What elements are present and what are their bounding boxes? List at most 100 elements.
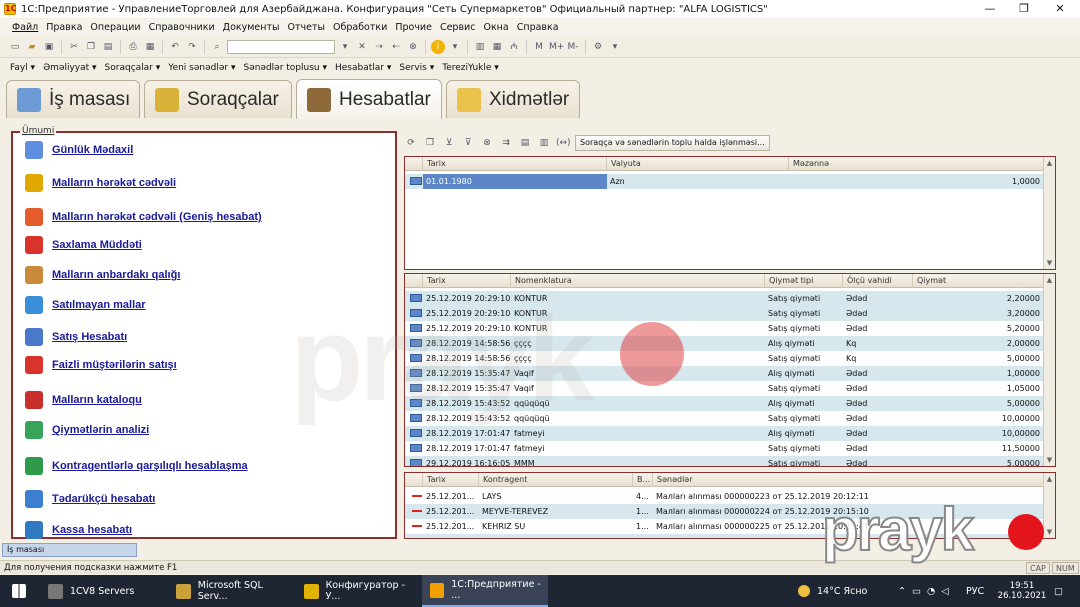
- link-icon[interactable]: (↔): [556, 136, 571, 150]
- menu-windows[interactable]: Окна: [483, 22, 508, 33]
- col-nomenclature[interactable]: Nomenklatura: [511, 274, 765, 288]
- menu2-scale-load[interactable]: TereziYukle ▾: [442, 63, 499, 73]
- col-currency[interactable]: Valyuta: [607, 157, 789, 171]
- scroll-down-icon[interactable]: ▼: [1044, 454, 1055, 466]
- report-item[interactable]: Satış Hesabatı: [25, 328, 127, 346]
- language-indicator[interactable]: РУС: [958, 575, 992, 607]
- system-tray[interactable]: ⌃ ▭ ◔ ◁: [894, 575, 964, 607]
- save-icon[interactable]: ▣: [42, 40, 56, 54]
- display-icon[interactable]: ▭: [912, 586, 921, 597]
- menu-help[interactable]: Справка: [517, 22, 559, 33]
- vertical-scrollbar[interactable]: ▲ ▼: [1043, 473, 1055, 538]
- col-date[interactable]: Tarix: [423, 157, 607, 171]
- menu-documents[interactable]: Документы: [223, 22, 280, 33]
- find-next-icon[interactable]: ⇢: [372, 40, 386, 54]
- report-link[interactable]: Malların hərəkət cədvəli: [52, 177, 176, 189]
- find-all-icon[interactable]: ⊗: [406, 40, 420, 54]
- redo-icon[interactable]: ↷: [185, 40, 199, 54]
- table-row[interactable]: 28.12.2019 17:01:47 fatmeyi Satış qiyməti Ə…: [405, 441, 1055, 456]
- menu-operations[interactable]: Операции: [90, 22, 140, 33]
- start-button[interactable]: [4, 575, 34, 607]
- tab-catalogs[interactable]: Soraqçalar: [144, 80, 292, 118]
- chevron-down-icon[interactable]: ▾: [338, 40, 352, 54]
- new-icon[interactable]: ▭: [8, 40, 22, 54]
- menu-file[interactable]: Файл: [12, 22, 38, 33]
- table-row[interactable]: 01.01.1980 Azn 1,0000: [405, 174, 1055, 189]
- menu2-reports[interactable]: Hesabatlar ▾: [335, 63, 391, 73]
- vertical-scrollbar[interactable]: ▲ ▼: [1043, 274, 1055, 466]
- tab-workspace[interactable]: İş masası: [6, 80, 140, 118]
- report-link[interactable]: Malların hərəkət cədvəli (Geniş hesabat): [52, 211, 262, 223]
- report-link[interactable]: Malların kataloqu: [52, 394, 142, 406]
- col-price-type[interactable]: Qiymət tipi: [765, 274, 843, 288]
- scroll-up-icon[interactable]: ▲: [1044, 274, 1055, 286]
- calendar-icon[interactable]: ▦: [490, 40, 504, 54]
- search-input[interactable]: [227, 40, 335, 54]
- report-item[interactable]: Faizli müştərilərin satışı: [25, 356, 177, 374]
- report-item[interactable]: Satılmayan mallar: [25, 296, 146, 314]
- col-unit[interactable]: Ölçü vahidi: [843, 274, 913, 288]
- clock[interactable]: 19:51 26.10.2021: [992, 575, 1052, 607]
- open-icon[interactable]: ▰: [25, 40, 39, 54]
- tab-reports[interactable]: Hesabatlar: [296, 79, 442, 119]
- report-link[interactable]: Tədarükçü hesabatı: [52, 493, 155, 505]
- report-item[interactable]: Malların hərəkət cədvəli: [25, 174, 176, 192]
- scroll-down-icon[interactable]: ▼: [1044, 257, 1055, 269]
- settings-icon[interactable]: ⚙: [591, 40, 605, 54]
- report-item[interactable]: Malların kataloqu: [25, 391, 142, 409]
- report-link[interactable]: Kassa hesabatı: [52, 524, 132, 536]
- menu2-new-docs[interactable]: Yeni sənədlər ▾: [168, 63, 235, 73]
- report-item[interactable]: Kassa hesabatı: [25, 521, 132, 539]
- clear-search-icon[interactable]: ✕: [355, 40, 369, 54]
- paste-icon[interactable]: ▤: [101, 40, 115, 54]
- weather-widget[interactable]: 14°C Ясно: [790, 575, 890, 607]
- taskbar-app-servers[interactable]: 1CV8 Servers: [40, 575, 164, 607]
- copy-icon[interactable]: ❐: [423, 136, 437, 150]
- menu-other[interactable]: Прочие: [395, 22, 432, 33]
- col-b[interactable]: B...: [633, 473, 653, 487]
- info-icon[interactable]: i: [431, 40, 445, 54]
- cut-icon[interactable]: ✂: [67, 40, 81, 54]
- taskbar-app-enterprise[interactable]: 1С:Предприятие - ...: [422, 575, 548, 607]
- export-icon[interactable]: ⇉: [499, 136, 513, 150]
- report-link[interactable]: Satılmayan mallar: [52, 299, 146, 311]
- table-row[interactable]: 28.12.2019 17:01:47 fatmeyi Alış qiyməti Əd…: [405, 426, 1055, 441]
- menu2-operation[interactable]: Əməliyyat ▾: [43, 63, 96, 73]
- report-item[interactable]: Günlük Mədaxil: [25, 141, 133, 159]
- minimize-button[interactable]: —: [972, 0, 1008, 18]
- maximize-button[interactable]: ❐: [1006, 0, 1042, 18]
- report-link[interactable]: Malların anbardakı qalığı: [52, 269, 180, 281]
- vertical-scrollbar[interactable]: ▲ ▼: [1043, 157, 1055, 269]
- filter-icon[interactable]: ⊻: [442, 136, 456, 150]
- menu-service[interactable]: Сервис: [440, 22, 476, 33]
- report-item[interactable]: Saxlama Müddəti: [25, 236, 142, 254]
- filter-settings-icon[interactable]: ⊽: [461, 136, 475, 150]
- clear-filter-icon[interactable]: ⊗: [480, 136, 494, 150]
- window-tab-workspace[interactable]: İş masası: [2, 543, 137, 557]
- menu-catalogs[interactable]: Справочники: [149, 22, 215, 33]
- report-link[interactable]: Saxlama Müddəti: [52, 239, 142, 251]
- hierarchy-icon[interactable]: ▥: [537, 136, 551, 150]
- menu-processing[interactable]: Обработки: [333, 22, 387, 33]
- preview-icon[interactable]: ▦: [143, 40, 157, 54]
- report-item[interactable]: Qiymətlərin analizi: [25, 421, 149, 439]
- menu2-file[interactable]: Fayl ▾: [10, 63, 35, 73]
- print-icon[interactable]: ⎙: [126, 40, 140, 54]
- menu-edit[interactable]: Правка: [46, 22, 82, 33]
- undo-icon[interactable]: ↶: [168, 40, 182, 54]
- scroll-up-icon[interactable]: ▲: [1044, 157, 1055, 169]
- copy-icon[interactable]: ❐: [84, 40, 98, 54]
- col-price[interactable]: Qiymət: [913, 274, 1045, 288]
- chevron-down-icon[interactable]: ▾: [608, 40, 622, 54]
- col-rate[interactable]: Məzənnə: [789, 157, 1045, 171]
- menu2-doc-collection[interactable]: Sənədlər toplusu ▾: [243, 63, 327, 73]
- taskbar-app-configurator[interactable]: Конфигуратор - У...: [296, 575, 420, 607]
- col-date[interactable]: Tarix: [423, 274, 511, 288]
- col-documents[interactable]: Sənədlər: [653, 473, 1045, 487]
- report-item[interactable]: Malların hərəkət cədvəli (Geniş hesabat): [25, 208, 262, 226]
- col-contractor[interactable]: Kontragent: [479, 473, 633, 487]
- currency-icon[interactable]: ₼: [507, 40, 521, 54]
- scroll-down-icon[interactable]: ▼: [1044, 526, 1055, 538]
- report-link[interactable]: Günlük Mədaxil: [52, 144, 133, 156]
- taskbar-app-sql[interactable]: Microsoft SQL Serv...: [168, 575, 294, 607]
